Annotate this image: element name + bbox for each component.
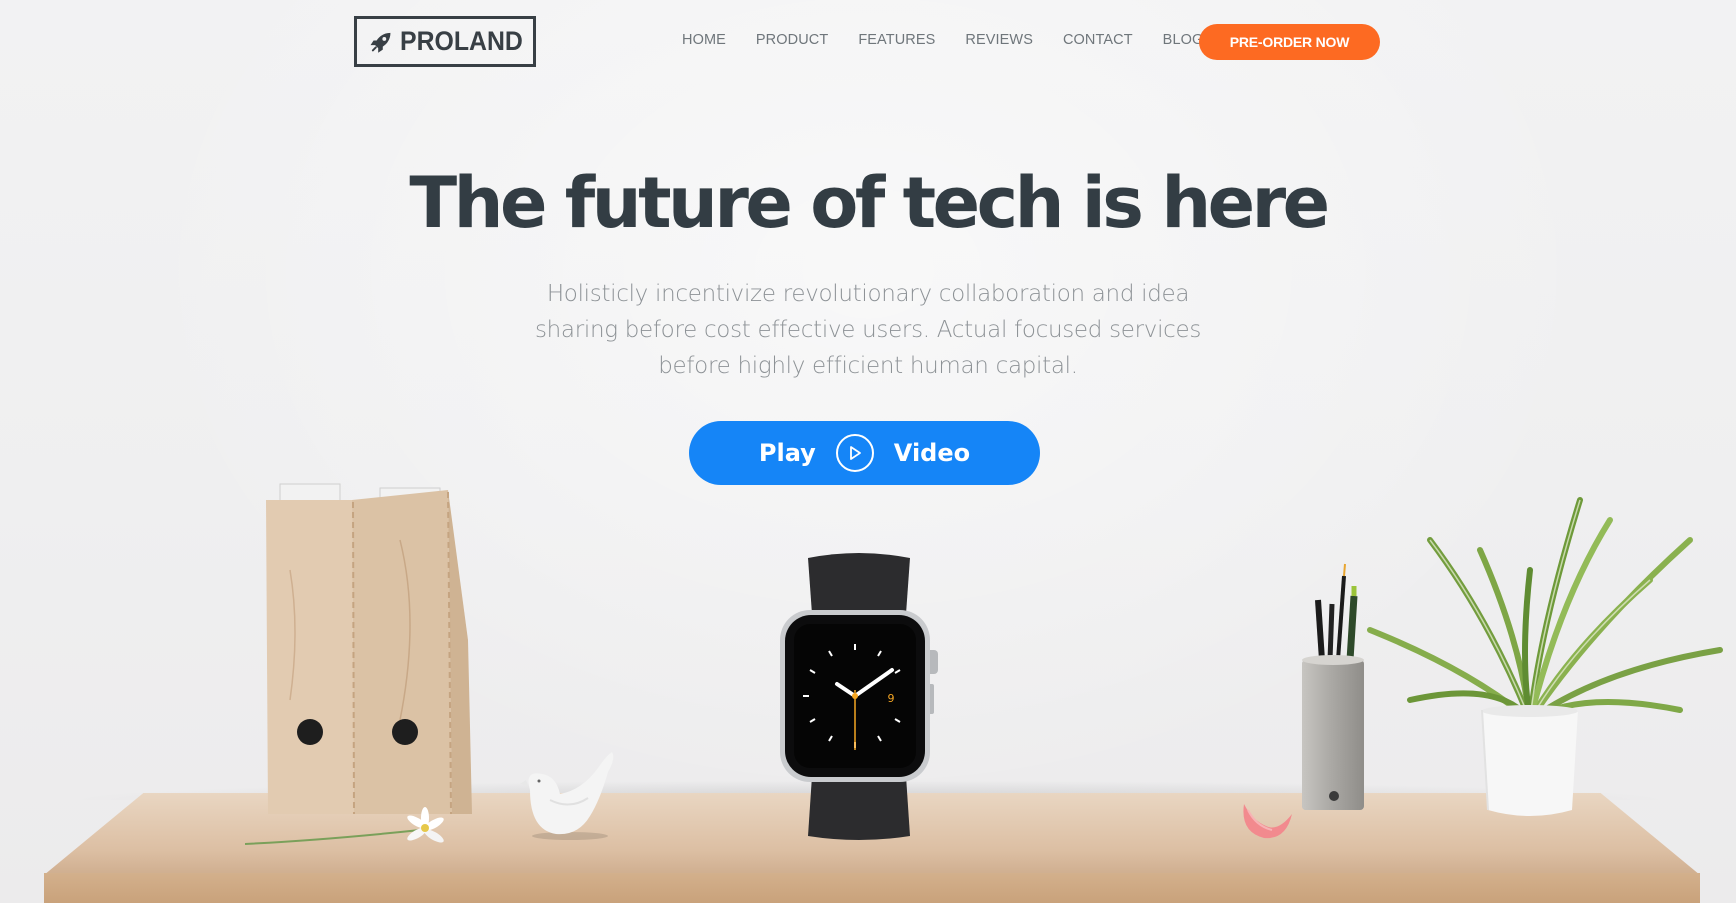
smart-watch: 9 xyxy=(780,553,938,840)
magazine-holders xyxy=(266,483,472,815)
play-video-button[interactable]: Play Video xyxy=(689,421,1040,485)
main-nav: HOME PRODUCT FEATURES REVIEWS CONTACT BL… xyxy=(682,32,1233,48)
rocket-icon xyxy=(370,32,391,53)
brand-logo[interactable]: PROLAND xyxy=(354,16,536,67)
nav-product[interactable]: PRODUCT xyxy=(756,32,828,48)
nav-reviews[interactable]: REVIEWS xyxy=(965,32,1033,48)
hero-title: The future of tech is here xyxy=(409,162,1330,244)
preorder-button[interactable]: PRE-ORDER NOW xyxy=(1199,24,1380,60)
daisy-flower xyxy=(245,807,444,845)
top-navbar: PROLAND HOME PRODUCT FEATURES REVIEWS CO… xyxy=(354,16,1380,68)
potted-plant xyxy=(1367,497,1723,816)
desk-edge xyxy=(44,873,1700,903)
nav-contact[interactable]: CONTACT xyxy=(1063,32,1133,48)
nav-features[interactable]: FEATURES xyxy=(858,32,935,48)
hero-subtitle: Holisticly incentivize revolutionary col… xyxy=(534,281,1202,379)
rose-petal xyxy=(1243,804,1292,839)
nav-home[interactable]: HOME xyxy=(682,32,726,48)
video-label: Video xyxy=(893,439,971,467)
watch-dial-number: 9 xyxy=(888,692,895,705)
brand-name: PROLAND xyxy=(399,26,523,56)
ceramic-bird xyxy=(520,752,614,840)
nav-blog[interactable]: BLOG xyxy=(1163,32,1204,48)
play-icon xyxy=(835,434,874,472)
play-label: Play xyxy=(758,439,816,467)
